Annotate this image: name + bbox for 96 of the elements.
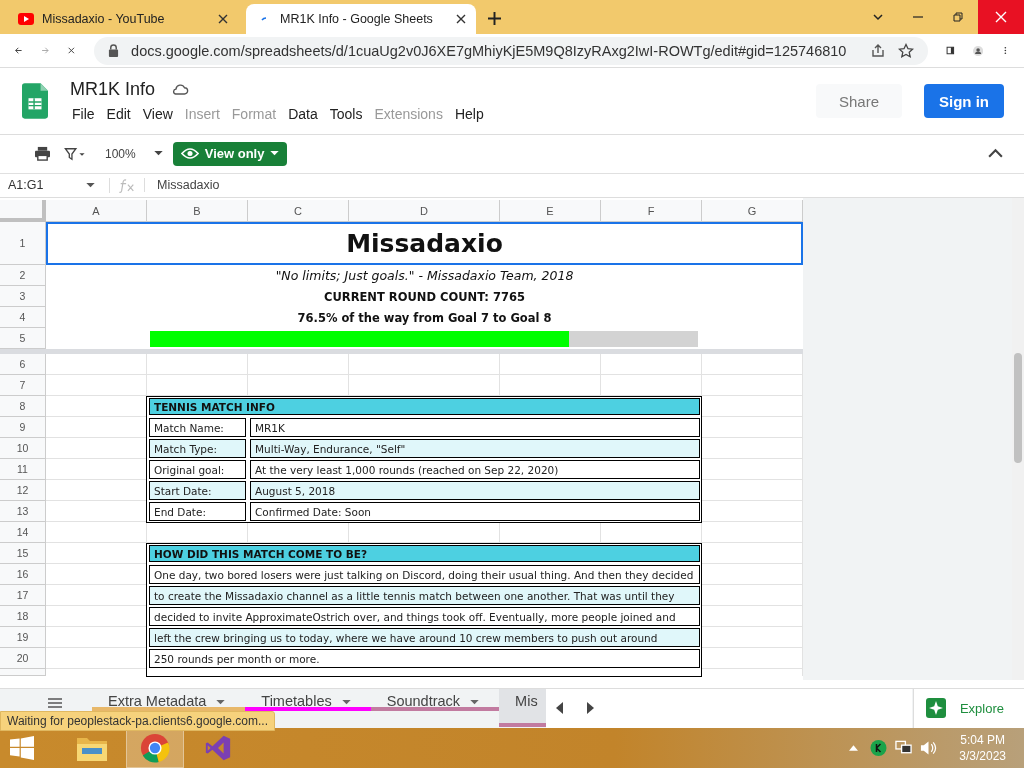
table-cell: End Date:: [149, 502, 246, 522]
new-tab-icon[interactable]: [488, 12, 501, 25]
table-cell: Match Type:: [149, 439, 246, 459]
sparkle-icon: [925, 698, 946, 719]
video-play-icon: [18, 13, 34, 25]
previous-icon[interactable]: [555, 702, 564, 715]
spreadsheet-logo-icon[interactable]: [22, 83, 48, 120]
table-cell: Multi-Way, Endurance, "Self": [250, 439, 700, 459]
formula-field[interactable]: Missadaxio: [144, 178, 220, 193]
column-header[interactable]: C: [248, 200, 349, 223]
row-header[interactable]: 16: [0, 564, 46, 586]
close-icon[interactable]: [218, 14, 228, 24]
star-icon[interactable]: [898, 42, 915, 59]
filter-icon[interactable]: [63, 146, 87, 161]
row-header[interactable]: 15: [0, 543, 46, 565]
row-header[interactable]: 14: [0, 522, 46, 544]
row-header[interactable]: 8: [0, 396, 46, 418]
document-title[interactable]: MR1K Info: [70, 78, 156, 100]
chevron-up-icon[interactable]: [849, 745, 859, 751]
sheet-tab[interactable]: Mis: [499, 688, 546, 727]
table-cell: One day, two bored losers were just talking on Discord, doing their usual thing. And then they decided: [149, 565, 700, 585]
volume-icon[interactable]: [920, 740, 938, 756]
column-header[interactable]: E: [500, 200, 601, 223]
browser-icon: [140, 733, 170, 763]
print-icon[interactable]: [34, 146, 51, 162]
caret-icon[interactable]: [153, 151, 163, 157]
row-header[interactable]: 1: [0, 222, 46, 266]
eye-icon: [180, 147, 199, 161]
table-cell: Original goal:: [149, 460, 246, 480]
column-header[interactable]: A: [46, 200, 147, 223]
share-icon[interactable]: [870, 42, 887, 59]
table-cell: to create the Missadaxio channel as a little tennis match between one another. That was until they: [149, 586, 700, 606]
menu-item[interactable]: Help: [452, 103, 492, 124]
table-cell: MR1K: [250, 418, 700, 438]
zoom-dropdown[interactable]: 100%: [105, 146, 136, 161]
table-cell: 250 rounds per month or more.: [149, 649, 700, 669]
row-header[interactable]: 2: [0, 265, 46, 287]
menu-item[interactable]: Edit: [104, 103, 139, 124]
row-header[interactable]: 17: [0, 585, 46, 607]
table-header: HOW DID THIS MATCH COME TO BE?: [149, 545, 700, 563]
table-header: TENNIS MATCH INFO: [149, 398, 700, 416]
table-cell: August 5, 2018: [250, 481, 700, 501]
table-cell: decided to invite ApproximateOstrich over, and things took off. Eventually, more people joined and: [149, 607, 700, 627]
table-cell: At the very least 1,000 rounds (reached on Sep 22, 2020): [250, 460, 700, 480]
status-toast: Waiting for peoplestack-pa.clients6.google.com...: [0, 710, 276, 731]
column-header[interactable]: D: [349, 200, 500, 223]
row-header[interactable]: 11: [0, 459, 46, 481]
explore-button[interactable]: Explore: [912, 688, 1024, 728]
caret-icon[interactable]: [86, 182, 95, 188]
browser-tab[interactable]: Missadaxio - YouTube: [8, 4, 238, 34]
app-tray-icon[interactable]: [870, 740, 888, 756]
loading-spinner-icon: [261, 17, 267, 21]
row-header[interactable]: 20: [0, 648, 46, 670]
chevron-down-icon[interactable]: [872, 11, 884, 23]
column-header[interactable]: F: [601, 200, 702, 223]
windows-start-icon[interactable]: [10, 736, 34, 760]
restore-icon[interactable]: [952, 11, 964, 23]
browser-taskbar-button[interactable]: [126, 728, 184, 768]
caret-icon: [270, 151, 280, 157]
menu-item[interactable]: Data: [286, 103, 326, 124]
close-icon[interactable]: [456, 14, 466, 24]
table-cell: Match Name:: [149, 418, 246, 438]
row-header[interactable]: 3: [0, 286, 46, 308]
row-header[interactable]: 13: [0, 501, 46, 523]
browser-tab[interactable]: MR1K Info - Google Sheets: [246, 4, 476, 34]
table-cell: Confirmed Date: Soon: [250, 502, 700, 522]
column-header[interactable]: B: [147, 200, 248, 223]
row-header[interactable]: 18: [0, 606, 46, 628]
caret-icon: [216, 699, 226, 705]
caret-icon: [341, 699, 351, 705]
cloud-icon: [171, 82, 190, 96]
close-icon: [995, 11, 1007, 23]
row-header[interactable]: 9: [0, 417, 46, 439]
menu-icon[interactable]: [48, 697, 62, 708]
row-header[interactable]: 19: [0, 627, 46, 649]
caret-icon: [470, 699, 480, 705]
row-header[interactable]: 5: [0, 328, 46, 350]
share-button[interactable]: Share: [816, 84, 902, 119]
row-header[interactable]: 4: [0, 307, 46, 329]
lock-icon[interactable]: [108, 44, 120, 58]
view-only-button[interactable]: View only: [172, 141, 288, 166]
sign-in-button[interactable]: Sign in: [924, 84, 1004, 119]
cell-reference-field[interactable]: A1:G1: [0, 178, 86, 193]
row-header[interactable]: 12: [0, 480, 46, 502]
next-icon[interactable]: [585, 702, 594, 715]
title-cell[interactable]: Missadaxio: [46, 222, 803, 266]
network-icon[interactable]: [895, 740, 913, 756]
table-cell: Start Date:: [149, 481, 246, 501]
row-header[interactable]: 6: [0, 354, 46, 376]
row-header[interactable]: 7: [0, 375, 46, 397]
row-header[interactable]: 10: [0, 438, 46, 460]
menu-item[interactable]: View: [140, 103, 181, 124]
column-header[interactable]: G: [702, 200, 803, 223]
menu-item[interactable]: Tools: [327, 103, 371, 124]
table-cell: left the crew bringing us to today, where we have around 10 crew members to push out around: [149, 628, 700, 648]
menu-item[interactable]: File: [70, 103, 103, 124]
